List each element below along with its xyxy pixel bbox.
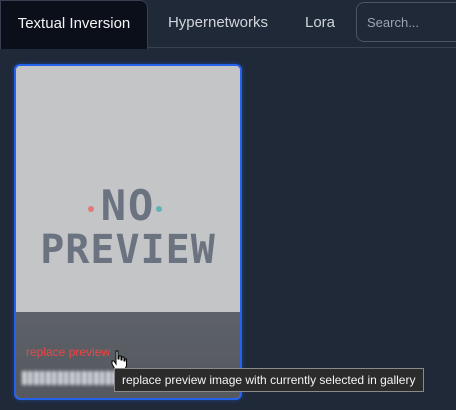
decor-dot-icon — [156, 206, 162, 212]
replace-preview-link[interactable]: replace preview — [26, 345, 110, 359]
no-preview-placeholder: NO PREVIEW — [16, 181, 240, 273]
no-preview-line1: NO — [100, 181, 156, 230]
decor-dot-icon — [88, 206, 94, 212]
embedding-card[interactable]: NO PREVIEW replace preview — [14, 64, 242, 400]
no-preview-line2: PREVIEW — [40, 227, 216, 273]
tab-lora[interactable]: Lora — [294, 0, 346, 48]
tab-textual-inversion[interactable]: Textual Inversion — [0, 0, 148, 49]
tooltip: replace preview image with currently sel… — [114, 368, 424, 392]
card-name-redacted — [22, 371, 118, 385]
search-input[interactable] — [356, 2, 456, 42]
tab-hypernetworks[interactable]: Hypernetworks — [158, 0, 278, 48]
